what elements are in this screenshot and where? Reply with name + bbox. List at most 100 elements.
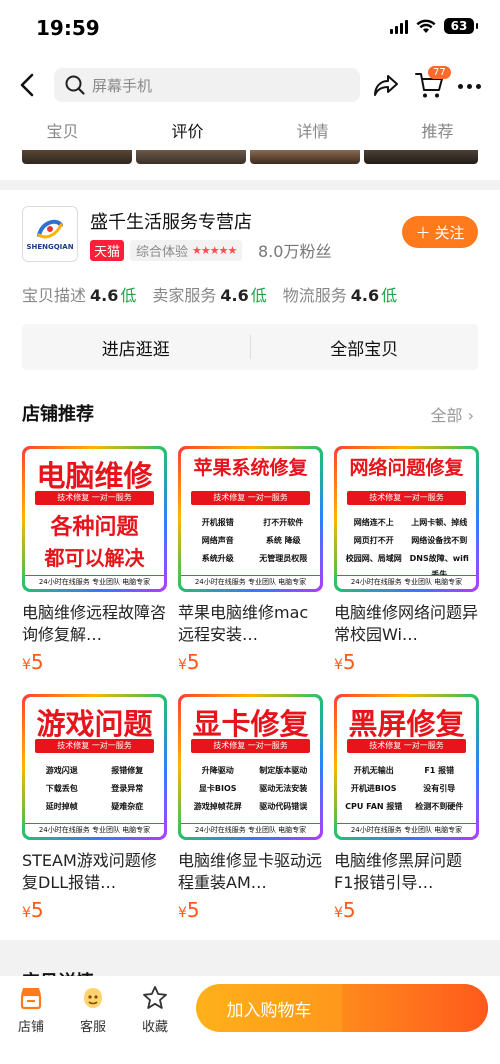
recommend-all-link[interactable]: 全部 › (430, 402, 474, 426)
thumb-feature: 报错修复 (111, 766, 144, 775)
tab-recommend[interactable]: 推荐 (375, 114, 500, 150)
thumb-feature: CPU FAN 报错 (345, 802, 403, 811)
price-currency: ¥ (334, 657, 343, 673)
shop-action-row: 进店逛逛 全部宝贝 (22, 324, 478, 370)
rating-stars: ★★★★★ (192, 244, 237, 257)
status-time: 19:59 (36, 16, 100, 40)
tab-details[interactable]: 详情 (250, 114, 375, 150)
customer-service-icon (79, 984, 107, 1012)
product-thumbnail[interactable]: 游戏问题 技术修复 一对一服务 游戏闪退 报错修复 下载丢包 登录异常 延时掉帧 疑难杂症 24… (22, 694, 167, 840)
price-value: 5 (342, 650, 356, 674)
tmall-badge: 天猫 (90, 240, 125, 261)
thumb-title: 苹果系统修复 (193, 457, 308, 479)
thumb-footer: 24小时在线服务 专业团队 电脑专家 (337, 575, 476, 589)
score-level: 低 (381, 286, 398, 305)
wifi-icon (416, 19, 436, 34)
follow-label: 关注 (434, 223, 465, 242)
product-name[interactable]: 电脑维修显卡驱动远程重装AM… (178, 850, 323, 894)
thumb-service-bar: 技术修复 一对一服务 (35, 739, 154, 753)
thumb-feature: 游戏掉帧花屏 (193, 802, 242, 811)
shop-tab-button[interactable]: 店铺 (6, 984, 56, 1035)
top-bar: 屏幕手机 77 (0, 56, 500, 114)
enter-shop-button[interactable]: 进店逛逛 (22, 335, 250, 360)
score-label: 宝贝描述 (22, 286, 87, 305)
thumb-feature: 系统升级 (201, 554, 234, 563)
product-card[interactable]: 显卡修复 技术修复 一对一服务 升降驱动 制定版本驱动 显卡BIOS 驱动无法安装 游戏掉帧… (178, 694, 323, 922)
price-value: 5 (186, 650, 200, 674)
score-value: 4.6 (220, 286, 249, 305)
thumb-feature: 网络连不上 (353, 518, 394, 527)
product-card[interactable]: 黑屏修复 技术修复 一对一服务 开机无输出 F1 报错 开机进BIOS 没有引导 CPU F… (334, 694, 479, 922)
shop-name[interactable]: 盛千生活服务专营店 (90, 208, 252, 234)
favorite-tab-button[interactable]: 收藏 (130, 984, 180, 1035)
product-name[interactable]: 电脑维修黑屏问题F1报错引导… (334, 850, 479, 894)
review-photo[interactable] (136, 150, 246, 164)
buy-now-button[interactable] (342, 984, 488, 1032)
product-thumbnail-inner: 显卡修复 技术修复 一对一服务 升降驱动 制定版本驱动 显卡BIOS 驱动无法安装 游戏掉帧… (181, 697, 320, 837)
thumb-title: 显卡修复 (192, 707, 309, 741)
thumb-feature: 显卡BIOS (198, 784, 237, 793)
fans-count: 8.0万粉丝 (258, 242, 332, 261)
search-bar[interactable]: 屏幕手机 (54, 68, 360, 102)
product-card[interactable]: 苹果系统修复 技术修复 一对一服务 开机报错 打不开软件 网络声音 系统 降级 系统升级 无管… (178, 446, 323, 674)
tab-bar: 宝贝 评价 详情 推荐 (0, 114, 500, 150)
product-card[interactable]: 电脑维修 技术修复 一对一服务 各种问题 都可以解决 24小时在线服务 专业团队 电脑专… (22, 446, 167, 674)
shop-recommend-title: 店铺推荐 (22, 404, 94, 425)
thumb-service-bar: 技术修复 一对一服务 (191, 739, 310, 753)
score-level: 低 (120, 286, 137, 305)
product-price: ¥5 (334, 650, 479, 674)
thumb-feature: 延时掉帧 (45, 802, 78, 811)
review-photo[interactable] (250, 150, 360, 164)
product-thumbnail-inner: 网络问题修复 技术修复 一对一服务 网络连不上 上网卡顿、掉线 网页打不开 网络设备找不到… (337, 449, 476, 589)
thumb-feature-grid: 开机报错 打不开软件 网络声音 系统 降级 系统升级 无管理员权限 (185, 515, 316, 567)
thumb-service-bar: 技术修复 一对一服务 (347, 739, 466, 753)
product-name[interactable]: 电脑维修网络问题异常校园Wi… (334, 602, 479, 646)
thumb-feature: 驱动代码错误 (259, 802, 308, 811)
thumb-feature: 制定版本驱动 (259, 766, 308, 775)
product-name[interactable]: 电脑维修远程故障咨询修复解… (22, 602, 167, 646)
search-icon (64, 74, 86, 96)
thumb-feature: F1 报错 (424, 766, 455, 775)
thumb-footer: 24小时在线服务 专业团队 电脑专家 (181, 575, 320, 589)
thumb-feature: 打不开软件 (263, 518, 304, 527)
price-currency: ¥ (22, 657, 31, 673)
review-photo[interactable] (364, 150, 478, 164)
product-name[interactable]: STEAM游戏问题修复DLL报错… (22, 850, 167, 894)
shop-logo[interactable]: SHENGQIAN (22, 206, 78, 262)
product-thumbnail[interactable]: 显卡修复 技术修复 一对一服务 升降驱动 制定版本驱动 显卡BIOS 驱动无法安装 游戏掉帧… (178, 694, 323, 840)
price-value: 5 (30, 650, 44, 674)
product-name[interactable]: 苹果电脑维修mac远程安装… (178, 602, 323, 646)
score-item: 物流服务 4.6 低 (283, 282, 397, 306)
score-value: 4.6 (90, 286, 119, 305)
score-value: 4.6 (350, 286, 380, 305)
product-card[interactable]: 网络问题修复 技术修复 一对一服务 网络连不上 上网卡顿、掉线 网页打不开 网络设备找不到… (334, 446, 479, 674)
product-thumbnail[interactable]: 电脑维修 技术修复 一对一服务 各种问题 都可以解决 24小时在线服务 专业团队 电脑专… (22, 446, 167, 592)
battery-icon: 63 (444, 18, 478, 34)
add-to-cart-button[interactable]: 加入购物车 (196, 984, 488, 1032)
price-currency: ¥ (22, 905, 31, 921)
score-item: 卖家服务 4.6 低 (152, 282, 266, 306)
bottom-action-bar: 店铺 客服 收藏 加入购物车 (0, 976, 500, 1064)
tab-item[interactable]: 宝贝 (0, 114, 125, 150)
thumb-feature: 游戏闪退 (45, 766, 78, 775)
tab-reviews[interactable]: 评价 (125, 114, 250, 150)
review-photo[interactable] (22, 150, 132, 164)
follow-button[interactable]: ＋ 关注 (402, 216, 478, 248)
price-value: 5 (342, 898, 356, 922)
service-tab-button[interactable]: 客服 (68, 984, 118, 1035)
service-tab-label: 客服 (79, 1020, 106, 1035)
thumb-feature: 没有引导 (423, 784, 456, 793)
all-items-button[interactable]: 全部宝贝 (251, 335, 479, 360)
more-icon[interactable] (458, 84, 481, 89)
thumb-feature: 无管理员权限 (259, 554, 308, 563)
product-thumbnail[interactable]: 苹果系统修复 技术修复 一对一服务 开机报错 打不开软件 网络声音 系统 降级 系统升级 无管… (178, 446, 323, 592)
share-icon[interactable] (372, 72, 400, 98)
back-icon[interactable] (16, 72, 40, 98)
thumb-feature: 开机报错 (201, 518, 234, 527)
product-card[interactable]: 游戏问题 技术修复 一对一服务 游戏闪退 报错修复 下载丢包 登录异常 延时掉帧 疑难杂症 24… (22, 694, 167, 922)
plus-icon: ＋ (415, 223, 431, 242)
product-thumbnail[interactable]: 黑屏修复 技术修复 一对一服务 开机无输出 F1 报错 开机进BIOS 没有引导 CPU F… (334, 694, 479, 840)
thumb-footer: 24小时在线服务 专业团队 电脑专家 (25, 575, 164, 589)
product-thumbnail[interactable]: 网络问题修复 技术修复 一对一服务 网络连不上 上网卡顿、掉线 网页打不开 网络设备找不到… (334, 446, 479, 592)
status-bar: 19:59 63 (0, 0, 500, 56)
